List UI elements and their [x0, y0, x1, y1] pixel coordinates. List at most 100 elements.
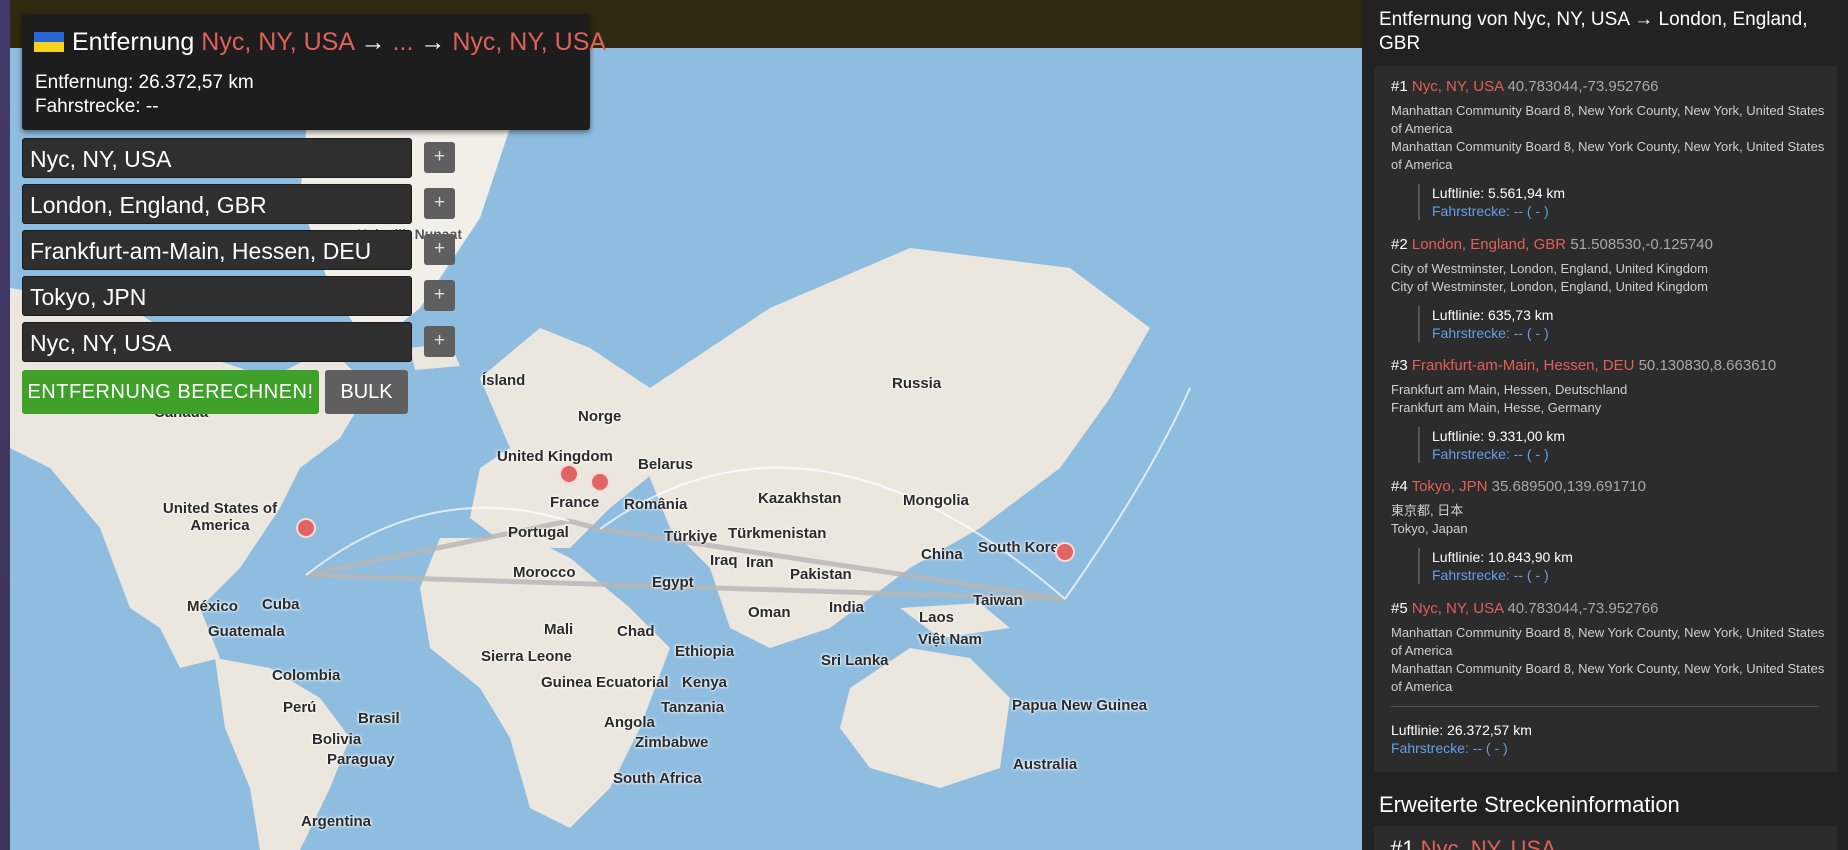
leg-drive-link[interactable]: Fahrstrecke: -- ( - )	[1432, 566, 1573, 584]
map-label: Ethiopia	[675, 643, 735, 660]
extended-info-title: Erweiterte Streckeninformation	[1379, 792, 1680, 817]
stop-name-link[interactable]: Tokyo, JPN	[1412, 478, 1488, 495]
map-label: Tanzania	[661, 699, 725, 716]
leg-info: Luftlinie: 635,73 km Fahrstrecke: -- ( -…	[1418, 306, 1553, 342]
map-label: Laos	[919, 609, 955, 626]
map-label: Taiwan	[973, 592, 1023, 609]
map-label: Colombia	[272, 667, 341, 684]
divider	[1391, 706, 1819, 707]
waypoint-input[interactable]: Frankfurt-am-Main, Hessen, DEU	[22, 230, 412, 270]
leg-drive-link[interactable]: Fahrstrecke: -- ( - )	[1432, 445, 1565, 463]
add-waypoint-button[interactable]: +	[424, 188, 455, 219]
map-label: Belarus	[638, 456, 694, 473]
map-marker-london[interactable]	[559, 464, 579, 484]
map-marker-tokyo[interactable]	[1055, 542, 1075, 562]
stop-number: #4	[1391, 478, 1408, 495]
stop-address: 東京都, 日本	[1391, 503, 1464, 518]
ukraine-flag-icon	[34, 32, 64, 52]
extended-info-card: #1 Nyc, NY, USA	[1374, 826, 1837, 850]
map-label: Pakistan	[790, 566, 852, 583]
route-middle: ...	[392, 28, 414, 56]
map-label: Portugal	[508, 524, 569, 541]
map-label: Mali	[544, 621, 574, 638]
map-label: Mongolia	[903, 492, 969, 509]
stop-number: #1	[1391, 78, 1408, 95]
leg-info: Luftlinie: 10.843,90 km Fahrstrecke: -- …	[1418, 548, 1573, 584]
stops-card: #1 Nyc, NY, USA 40.783044,-73.952766 Man…	[1374, 66, 1837, 772]
stop-name-link[interactable]: London, England, GBR	[1412, 236, 1566, 253]
route-title-prefix: Entfernung	[72, 28, 195, 56]
total-drive-link[interactable]: Fahrstrecke: -- ( - )	[1391, 740, 1508, 756]
stop-address: Frankfurt am Main, Hesse, Germany	[1391, 400, 1602, 415]
leg-info: Luftlinie: 5.561,94 km Fahrstrecke: -- (…	[1418, 184, 1565, 220]
stop-coords: 40.783044,-73.952766	[1507, 78, 1659, 95]
waypoint-input[interactable]: Tokyo, JPN	[22, 276, 412, 316]
map-label: India	[829, 599, 865, 616]
map-label: Papua New Guinea	[1012, 697, 1148, 714]
route-drive: Fahrstrecke: --	[35, 96, 159, 117]
map-label: Russia	[892, 375, 942, 392]
map-label: Brasil	[358, 710, 400, 727]
map-label: Perú	[283, 699, 317, 716]
leg-airline-distance: Luftlinie: 5.561,94 km	[1432, 185, 1566, 201]
leg-drive-link[interactable]: Fahrstrecke: -- ( - )	[1432, 202, 1565, 220]
map-label: România	[624, 496, 688, 513]
stop-name-link[interactable]: Frankfurt-am-Main, Hessen, DEU	[1412, 357, 1635, 374]
map-label: Sri Lanka	[821, 652, 889, 669]
map-label: Egypt	[652, 574, 694, 591]
waypoint-input[interactable]: Nyc, NY, USA	[22, 138, 412, 178]
leg-airline-distance: Luftlinie: 10.843,90 km	[1432, 549, 1573, 565]
stop-address: Frankfurt am Main, Hessen, Deutschland	[1391, 382, 1628, 397]
map-label: Sierra Leone	[481, 648, 572, 665]
route-title: Entfernung Nyc, NY, USA → ... → Nyc, NY,…	[34, 28, 606, 57]
stop-number: #2	[1391, 236, 1408, 253]
route-arrow: →	[420, 28, 446, 56]
leg-airline-distance: Luftlinie: 9.331,00 km	[1432, 428, 1566, 444]
stop-coords: 35.689500,139.691710	[1491, 478, 1646, 495]
leg-airline-distance: Luftlinie: 635,73 km	[1432, 307, 1554, 323]
stop-name-link[interactable]: Nyc, NY, USA	[1412, 600, 1503, 617]
add-waypoint-button[interactable]: +	[424, 234, 455, 265]
map-label: South Korea	[978, 539, 1068, 556]
map-marker-frankfurt[interactable]	[590, 472, 610, 492]
stop-address: City of Westminster, London, England, Un…	[1391, 279, 1708, 294]
stop-heading: #3 Frankfurt-am-Main, Hessen, DEU 50.130…	[1391, 357, 1776, 374]
route-summary-box: Entfernung Nyc, NY, USA → ... → Nyc, NY,…	[22, 14, 606, 130]
map-label: Cuba	[262, 596, 300, 613]
map-label: Ísland	[482, 372, 526, 389]
leg-drive-link[interactable]: Fahrstrecke: -- ( - )	[1432, 324, 1553, 342]
add-waypoint-button[interactable]: +	[424, 280, 455, 311]
stop-address: Tokyo, Japan	[1391, 521, 1468, 536]
map-label: Oman	[748, 604, 791, 621]
leg-info: Luftlinie: 9.331,00 km Fahrstrecke: -- (…	[1418, 427, 1565, 463]
stop-coords: 51.508530,-0.125740	[1570, 236, 1713, 253]
map-label: Angola	[604, 714, 655, 731]
map-label: Kenya	[682, 674, 728, 691]
map-label: Chad	[617, 623, 655, 640]
map-marker-nyc[interactable]	[296, 518, 316, 538]
map-label: México	[187, 598, 238, 615]
stop-address: Manhattan Community Board 8, New York Co…	[1391, 139, 1825, 172]
add-waypoint-button[interactable]: +	[424, 326, 455, 357]
bulk-button[interactable]: BULK	[325, 370, 408, 414]
stop-name-link[interactable]: Nyc, NY, USA	[1412, 78, 1503, 95]
stop-address: City of Westminster, London, England, Un…	[1391, 261, 1708, 276]
stop-number: #5	[1391, 600, 1408, 617]
map-label: Australia	[1013, 756, 1078, 773]
route-arrow: →	[360, 28, 386, 56]
map-label: Norge	[578, 408, 622, 425]
route-details-panel[interactable]: Entfernung von Nyc, NY, USA → London, En…	[1362, 0, 1848, 850]
add-waypoint-button[interactable]: +	[424, 142, 455, 173]
stop-address: Manhattan Community Board 8, New York Co…	[1391, 103, 1825, 136]
panel-title: Entfernung von Nyc, NY, USA → London, En…	[1379, 9, 1808, 54]
calculate-distance-button[interactable]: ENTFERNUNG BERECHNEN!	[22, 370, 319, 414]
stop-coords: 40.783044,-73.952766	[1507, 600, 1659, 617]
route-to: Nyc, NY, USA	[452, 28, 607, 56]
stop-name-link[interactable]: Nyc, NY, USA	[1421, 836, 1556, 850]
map-label: United Kingdom	[497, 448, 613, 465]
stop-heading: #1 Nyc, NY, USA 40.783044,-73.952766	[1391, 78, 1658, 95]
waypoint-input[interactable]: Nyc, NY, USA	[22, 322, 412, 362]
waypoint-input[interactable]: London, England, GBR	[22, 184, 412, 224]
total-airline-distance: Luftlinie: 26.372,57 km	[1391, 722, 1532, 738]
map-label: Türkiye	[664, 528, 718, 545]
